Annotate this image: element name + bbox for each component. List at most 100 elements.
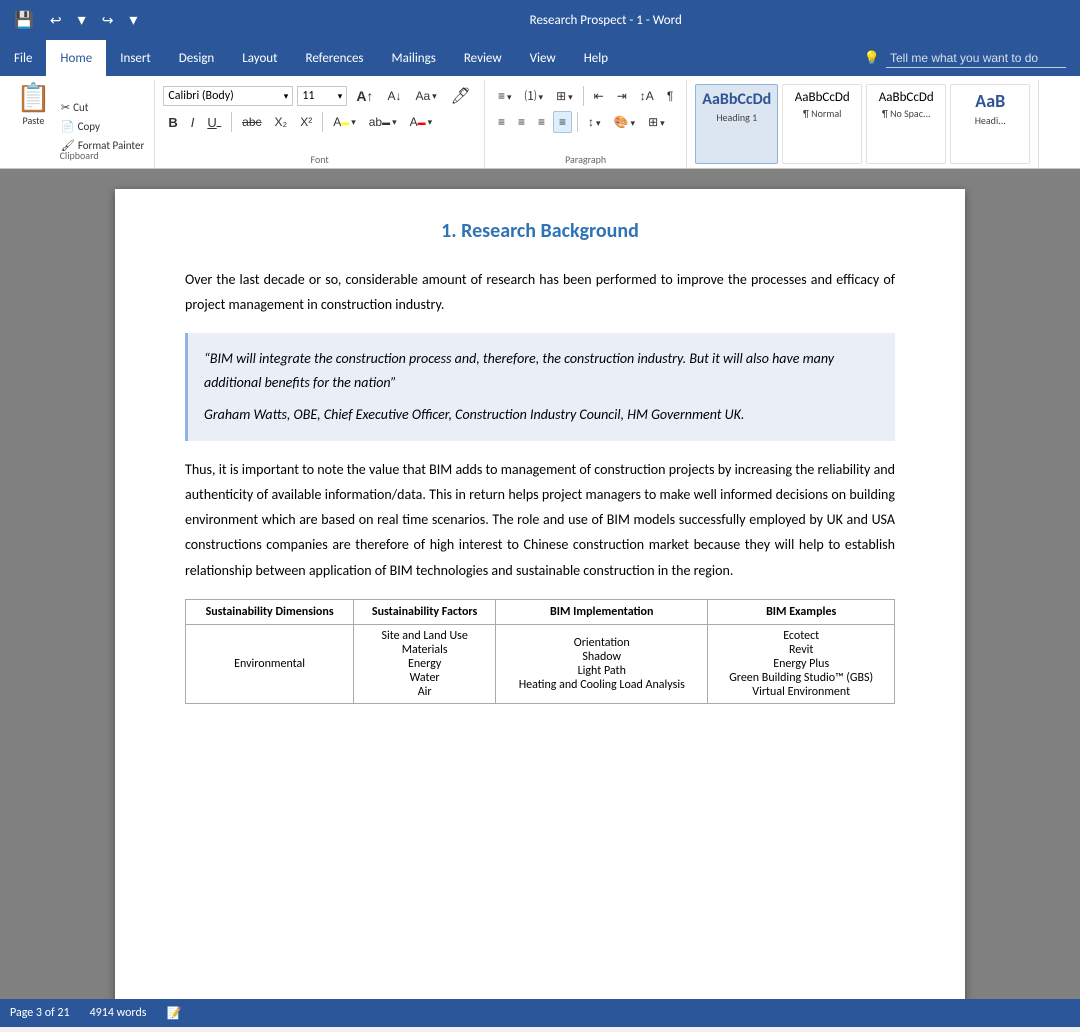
bold-button[interactable]: B [163,113,182,132]
style-normal[interactable]: AaBbCcDd ¶ Normal [782,84,862,164]
redo-icon[interactable]: ↪ [98,10,118,31]
font-size-value: 11 [302,89,314,103]
styles-group: AaBbCcDd Heading 1 AaBbCcDd ¶ Normal AaB… [687,80,1039,168]
doc-paragraph1: Over the last decade or so, considerable… [185,267,895,317]
menu-mailings[interactable]: Mailings [378,40,450,76]
borders-button[interactable]: ⊞▾ [643,112,670,132]
window-controls: 💾 ↩ ▾ ↪ ▾ [10,8,141,32]
bullets-button[interactable]: ≡▾ [493,86,517,106]
font-group-label: Font [163,151,476,168]
font-family-selector[interactable]: Calibri (Body) ▾ [163,86,293,106]
justify-button[interactable]: ≡ [553,111,572,133]
strikethrough-button[interactable]: abc [237,113,266,131]
sort-button[interactable]: ↕A [635,86,659,106]
clipboard-group: 📋 Paste ✂ Cut 📄 Copy 🖌 Format Painter Cl… [4,80,155,168]
more-icon[interactable]: ▾ [125,8,141,32]
word-count: 4914 words [90,1006,147,1020]
multilevel-list-button[interactable]: ⊞▾ [551,86,578,106]
paragraph-group: ≡▾ ⑴▾ ⊞▾ ⇤ ⇥ ↕A ¶ ≡ ≡ ≡ ≡ ↕▾ 🎨▾ ⊞▾ Parag… [485,80,687,168]
search-input[interactable] [886,49,1066,68]
undo-icon[interactable]: ↩ [46,10,66,31]
style-no-space[interactable]: AaBbCcDd ¶ No Spac... [866,84,946,164]
menu-file[interactable]: File [0,40,46,76]
decrease-indent-button[interactable]: ⇤ [589,86,609,106]
para-sep2 [577,112,578,132]
menu-review[interactable]: Review [450,40,516,76]
copy-label: Copy [78,120,100,133]
underline-button[interactable]: U_ [202,113,226,132]
table-cell-implementation: OrientationShadowLight PathHeating and C… [496,624,708,703]
shading-button[interactable]: 🎨▾ [609,112,640,132]
status-bar: Page 3 of 21 4914 words 📝 [0,999,1080,1027]
increase-indent-button[interactable]: ⇥ [612,86,632,106]
menu-home[interactable]: Home [46,40,106,76]
style-heading2[interactable]: AaB Headi... [950,84,1030,164]
shrink-font-button[interactable]: A↓ [382,87,406,105]
align-left-button[interactable]: ≡ [493,112,510,132]
menu-insert[interactable]: Insert [106,40,165,76]
paragraph-group-label: Paragraph [493,151,678,168]
highlight-color-button[interactable]: ab▬▾ [364,113,402,131]
subscript-button[interactable]: X₂ [270,113,293,131]
style-heading1[interactable]: AaBbCcDd Heading 1 [695,84,778,164]
font-size-selector[interactable]: 11 ▾ [297,86,347,106]
align-center-button[interactable]: ≡ [513,112,530,132]
document-page[interactable]: 1. Research Background Over the last dec… [115,189,965,999]
cut-icon: ✂ [61,101,70,114]
line-spacing-button[interactable]: ↕▾ [583,112,606,132]
font-color-button[interactable]: A▬▾ [405,113,438,131]
heading2-preview: AaB [975,88,1005,114]
undo-dropdown[interactable]: ▾ [74,8,90,32]
document-area: 1. Research Background Over the last dec… [0,169,1080,999]
spelling-icon[interactable]: 📝 [166,1006,181,1021]
change-case-button[interactable]: Aa▾ [410,87,441,105]
menu-view[interactable]: View [516,40,570,76]
paste-icon: 📋 [16,84,51,112]
paste-label: Paste [23,114,45,127]
font-family-dropdown-arrow: ▾ [284,91,289,102]
font-row1: Calibri (Body) ▾ 11 ▾ A↑ A↓ Aa▾ 🖊 [163,80,476,108]
menu-design[interactable]: Design [165,40,228,76]
menu-bar: File Home Insert Design Layout Reference… [0,40,1080,76]
italic-button[interactable]: I [186,113,200,132]
text-highlight-button[interactable]: A▬▾ [328,113,361,131]
para-sep1 [583,86,584,106]
menu-references[interactable]: References [292,40,378,76]
copy-button[interactable]: 📄 Copy [57,118,148,135]
font-separator2 [322,112,323,132]
table-row: Environmental Site and Land UseMaterials… [186,624,895,703]
table-header-dimensions: Sustainability Dimensions [186,599,354,624]
clear-formatting-button[interactable]: 🖊 [446,84,476,108]
grow-font-button[interactable]: A↑ [351,86,378,106]
table-cell-factors: Site and Land UseMaterialsEnergyWaterAir [354,624,496,703]
clipboard-group-label: Clipboard [4,147,154,166]
save-icon[interactable]: 💾 [10,8,38,32]
normal-label: ¶ Normal [803,107,841,120]
title-bar: 💾 ↩ ▾ ↪ ▾ Research Prospect - 1 - Word [0,0,1080,40]
ribbon: 📋 Paste ✂ Cut 📄 Copy 🖌 Format Painter Cl… [0,76,1080,169]
copy-icon: 📄 [61,120,75,133]
menu-help[interactable]: Help [570,40,622,76]
show-formatting-button[interactable]: ¶ [662,86,678,106]
lightbulb-icon: 💡 [864,51,880,66]
font-separator1 [231,112,232,132]
cut-button[interactable]: ✂ Cut [57,99,148,116]
font-row2: B I U_ abc X₂ X² A▬▾ ab▬▾ A▬▾ [163,112,476,132]
blockquote-author: Graham Watts, OBE, Chief Executive Offic… [204,403,879,427]
doc-heading: 1. Research Background [185,219,895,243]
page-info: Page 3 of 21 [10,1006,70,1020]
numbering-button[interactable]: ⑴▾ [520,84,549,107]
table-header-implementation: BIM Implementation [496,599,708,624]
no-space-preview: AaBbCcDd [879,88,934,107]
heading1-preview: AaBbCcDd [702,88,771,111]
superscript-button[interactable]: X² [295,113,317,131]
menu-layout[interactable]: Layout [228,40,291,76]
table-cell-examples: EcotectRevitEnergy PlusGreen Building St… [708,624,895,703]
table-header-factors: Sustainability Factors [354,599,496,624]
font-family-name: Calibri (Body) [168,89,233,103]
cut-label: Cut [73,101,88,114]
heading2-label: Headi... [975,114,1006,127]
heading1-label: Heading 1 [716,111,757,124]
table-cell-dimension: Environmental [186,624,354,703]
align-right-button[interactable]: ≡ [533,112,550,132]
